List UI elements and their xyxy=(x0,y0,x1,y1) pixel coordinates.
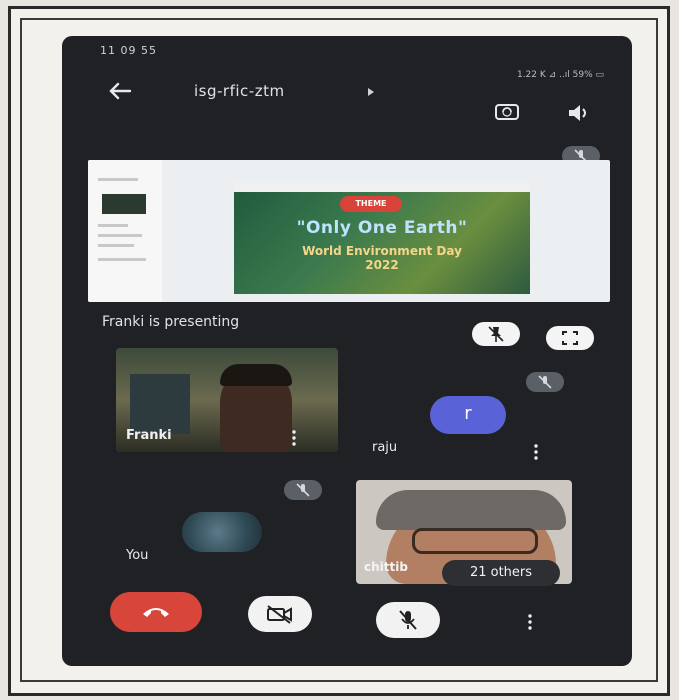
arrow-left-icon[interactable] xyxy=(106,80,134,102)
participant-name: raju xyxy=(372,440,398,455)
fullscreen-button[interactable] xyxy=(546,326,594,350)
mic-off-icon xyxy=(296,483,310,497)
participant-video-hair xyxy=(220,364,292,386)
participant-name: You xyxy=(126,548,149,563)
toggle-camera-button[interactable] xyxy=(248,596,312,632)
participant-name: Franki xyxy=(126,428,172,443)
slide-subtitle-line1: World Environment Day xyxy=(302,244,462,258)
more-vertical-icon[interactable] xyxy=(528,614,532,630)
meeting-title[interactable]: isg-rfic-ztm xyxy=(194,82,285,100)
sidebar-thumbnail xyxy=(102,194,146,214)
meet-screen: 11 09 55 1.22 K ⊿ ..ıl 59% ▭ isg-rfic-zt… xyxy=(62,36,632,666)
presentation-slide: THEME "Only One Earth" World Environment… xyxy=(234,182,530,294)
unpin-button[interactable] xyxy=(472,322,520,346)
participant-video-hair xyxy=(376,490,566,530)
you-mic-off-badge xyxy=(284,480,322,500)
more-vertical-icon[interactable] xyxy=(534,444,538,460)
end-call-icon xyxy=(143,608,169,617)
sidebar-line xyxy=(98,244,134,247)
camera-off-icon xyxy=(267,605,292,624)
participant-tile-franki[interactable]: Franki xyxy=(116,348,338,452)
mic-off-icon xyxy=(399,610,417,630)
end-call-button[interactable] xyxy=(110,592,202,632)
toggle-mic-button[interactable] xyxy=(376,602,440,638)
video-background-shelf xyxy=(130,374,190,434)
others-count-badge[interactable]: 21 others xyxy=(442,560,560,586)
presenting-label: Franki is presenting xyxy=(102,314,240,330)
shared-screen[interactable]: THEME "Only One Earth" World Environment… xyxy=(88,160,610,302)
more-vertical-icon[interactable] xyxy=(292,430,296,446)
speaker-icon[interactable] xyxy=(566,102,592,124)
pin-off-icon xyxy=(488,326,504,342)
slide-subtitle: World Environment Day 2022 xyxy=(254,244,510,272)
status-time: 11 09 55 xyxy=(100,44,157,57)
sidebar-line xyxy=(98,258,146,261)
participant-name: chittib xyxy=(364,560,408,574)
chevron-right-icon[interactable] xyxy=(368,88,374,96)
status-indicators: 1.22 K ⊿ ..ıl 59% ▭ xyxy=(516,70,604,80)
sidebar-line xyxy=(98,178,138,181)
slide-subtitle-line2: 2022 xyxy=(365,258,399,272)
participant-avatar-raju[interactable]: r xyxy=(430,396,506,434)
fullscreen-icon xyxy=(562,331,578,345)
slide-headline: "Only One Earth" xyxy=(296,218,468,238)
mic-off-icon xyxy=(538,375,552,389)
slide-top-bar xyxy=(234,182,530,192)
shared-screen-sidebar xyxy=(88,160,162,302)
sidebar-line xyxy=(98,224,128,227)
participant-avatar-you[interactable] xyxy=(182,512,262,552)
sidebar-line xyxy=(98,234,142,237)
theme-badge: THEME xyxy=(340,196,402,212)
participant-video-glasses xyxy=(412,528,538,554)
raju-mic-off-badge xyxy=(526,372,564,392)
flip-camera-icon[interactable] xyxy=(494,100,520,122)
